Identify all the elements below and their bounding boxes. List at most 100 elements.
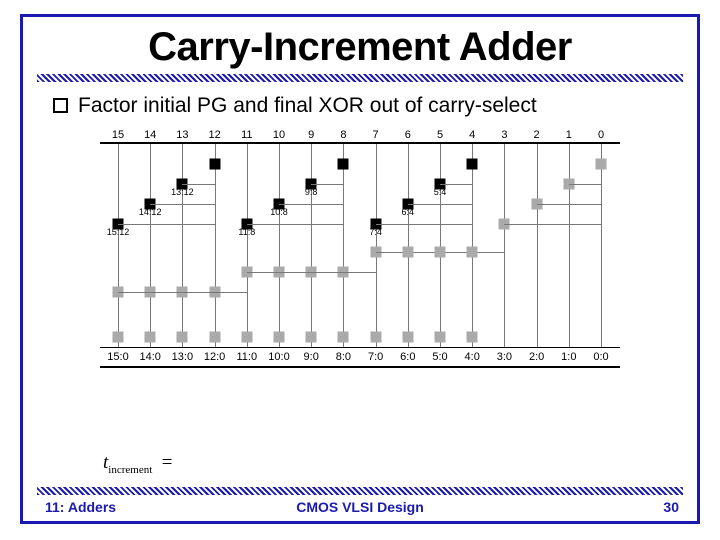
formula-sub: increment — [108, 464, 152, 476]
range-label-bottom: 5:0 — [432, 351, 447, 363]
out-node — [402, 332, 413, 343]
grid-vline — [150, 144, 151, 347]
range-label-bottom: 1:0 — [561, 351, 576, 363]
formula: tincrement = — [103, 452, 172, 476]
bit-label-top: 8 — [340, 129, 346, 141]
node-label: 11:8 — [238, 227, 255, 237]
grid-vline — [504, 144, 505, 347]
footer-divider — [37, 487, 683, 495]
inc-node — [435, 247, 446, 258]
footer-row: 11: Adders CMOS VLSI Design 30 — [23, 499, 697, 521]
out-node — [274, 332, 285, 343]
node-label: 10:8 — [270, 207, 288, 217]
range-label-bottom: 14:0 — [139, 351, 160, 363]
prefix-tree-diagram: 1515:01414:01313:01212:01111:01010:099:0… — [100, 132, 620, 382]
bit-label-top: 1 — [566, 129, 572, 141]
bit-label-top: 6 — [405, 129, 411, 141]
grid-vline — [376, 144, 377, 347]
grid-vline — [182, 144, 183, 347]
bit-label-top: 12 — [208, 129, 220, 141]
grid-vline — [215, 144, 216, 347]
out-node — [113, 332, 124, 343]
range-label-bottom: 12:0 — [204, 351, 225, 363]
wire — [118, 224, 215, 225]
grid-vline — [537, 144, 538, 347]
node-label: 6:4 — [402, 207, 415, 217]
node-label: 5:4 — [434, 187, 447, 197]
range-label-bottom: 2:0 — [529, 351, 544, 363]
wire — [440, 184, 472, 185]
grid-vline — [601, 144, 602, 347]
wire — [376, 224, 473, 225]
wire — [118, 292, 247, 293]
out-node — [338, 332, 349, 343]
bit-label-top: 11 — [241, 129, 252, 141]
out-node — [177, 332, 188, 343]
node-label: 9:8 — [305, 187, 318, 197]
wire — [504, 224, 601, 225]
top-rule — [100, 142, 620, 144]
node-label: 13:12 — [171, 187, 194, 197]
bullet-box-icon — [53, 98, 68, 113]
inc-node — [467, 247, 478, 258]
pg-node — [209, 159, 220, 170]
bit-label-top: 5 — [437, 129, 443, 141]
wire — [182, 184, 214, 185]
bit-label-top: 3 — [501, 129, 507, 141]
grid-vline — [247, 144, 248, 347]
node-label: 7:4 — [369, 227, 382, 237]
grid-vline — [440, 144, 441, 347]
footer: 11: Adders CMOS VLSI Design 30 — [23, 487, 697, 521]
formula-eq: = — [162, 452, 173, 473]
range-label-bottom: 6:0 — [400, 351, 415, 363]
bit-label-top: 15 — [112, 129, 124, 141]
out-node — [145, 332, 156, 343]
bot-rule-upper — [100, 347, 620, 348]
out-node — [241, 332, 252, 343]
bullet-item: Factor initial PG and final XOR out of c… — [23, 92, 697, 132]
range-label-bottom: 0:0 — [593, 351, 608, 363]
slide-title: Carry-Increment Adder — [23, 17, 697, 74]
range-label-bottom: 15:0 — [107, 351, 128, 363]
range-label-bottom: 3:0 — [497, 351, 512, 363]
g-node — [596, 159, 607, 170]
grid-vline — [472, 144, 473, 347]
bit-label-top: 9 — [308, 129, 314, 141]
bit-label-top: 14 — [144, 129, 156, 141]
grid-vline — [408, 144, 409, 347]
wire — [537, 204, 601, 205]
node-label: 15:12 — [107, 227, 130, 237]
out-node — [435, 332, 446, 343]
wire — [408, 204, 472, 205]
title-divider — [37, 74, 683, 82]
bit-label-top: 7 — [373, 129, 379, 141]
grid-vline — [279, 144, 280, 347]
range-label-bottom: 13:0 — [172, 351, 193, 363]
slide-frame: Carry-Increment Adder Factor initial PG … — [20, 14, 700, 524]
grid-vline — [569, 144, 570, 347]
wire — [150, 204, 214, 205]
grid-vline — [343, 144, 344, 347]
range-label-bottom: 9:0 — [304, 351, 319, 363]
diagram-container: 1515:01414:01313:01212:01111:01010:099:0… — [23, 132, 697, 382]
range-label-bottom: 10:0 — [268, 351, 289, 363]
bit-label-top: 13 — [176, 129, 188, 141]
footer-center: CMOS VLSI Design — [23, 499, 697, 515]
node-label: 14:12 — [139, 207, 162, 217]
wire — [569, 184, 601, 185]
pg-node — [467, 159, 478, 170]
bit-label-top: 4 — [469, 129, 475, 141]
out-node — [370, 332, 381, 343]
wire — [311, 184, 343, 185]
grid-vline — [118, 144, 119, 347]
bit-label-top: 2 — [534, 129, 540, 141]
wire — [279, 204, 343, 205]
out-node — [209, 332, 220, 343]
bit-label-top: 10 — [273, 129, 285, 141]
wire — [247, 224, 344, 225]
range-label-bottom: 7:0 — [368, 351, 383, 363]
bullet-text: Factor initial PG and final XOR out of c… — [78, 94, 537, 118]
bit-label-top: 0 — [598, 129, 604, 141]
pg-node — [338, 159, 349, 170]
grid-vline — [311, 144, 312, 347]
